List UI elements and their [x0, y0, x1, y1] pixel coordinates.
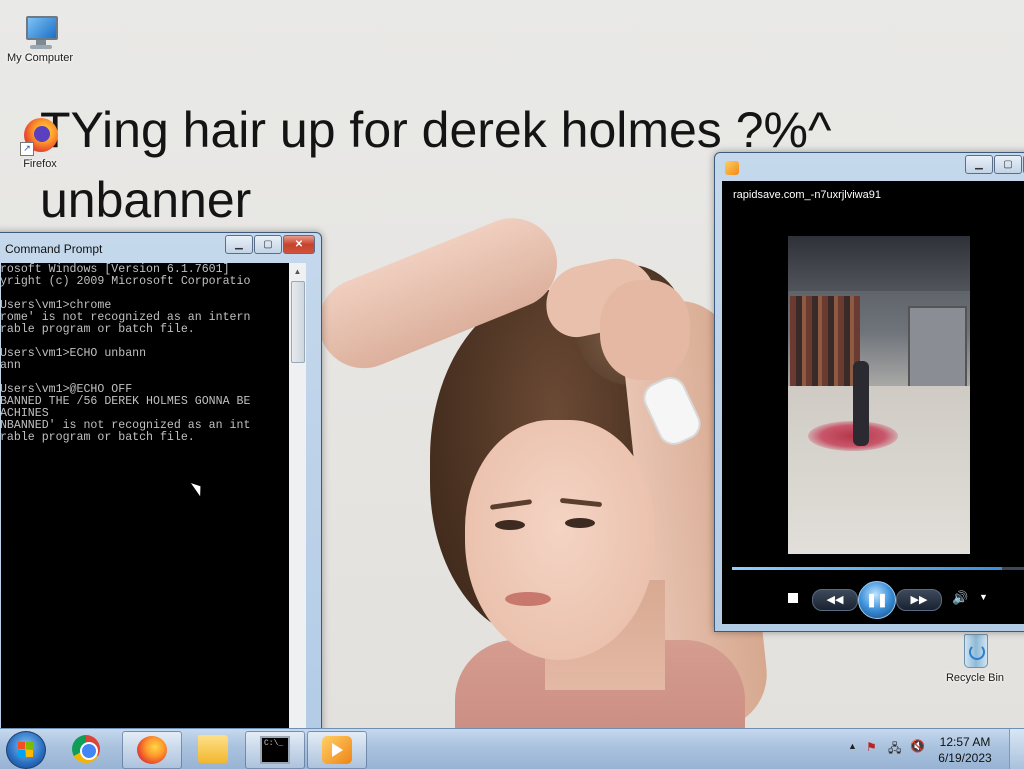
computer-icon	[20, 10, 60, 50]
taskbar-cmd[interactable]: C:\_	[245, 731, 305, 769]
media-player-icon	[322, 736, 352, 764]
media-title: rapidsave.com_-n7uxrjlviwa91	[733, 189, 881, 201]
start-button[interactable]	[6, 731, 46, 769]
firefox-icon	[137, 736, 167, 764]
video-frame[interactable]	[788, 236, 970, 554]
volume-muted-icon[interactable]: 🔇	[910, 739, 925, 753]
action-center-flag-icon[interactable]: ⚑	[866, 740, 877, 754]
media-player-window[interactable]: ▁ ▢ ✕ rapidsave.com_-n7uxrjlviwa91 ⊞ ◀◀ …	[714, 152, 1024, 632]
show-hidden-icons-icon[interactable]: ▲	[848, 741, 857, 751]
console-output: crosoft Windows [Version 6.1.7601] pyrig…	[1, 263, 251, 444]
wallpaper-caption: TYing hair up for derek holmes ?%^ unban…	[40, 102, 832, 228]
shortcut-arrow-icon: ↗	[20, 142, 34, 156]
media-player-icon	[725, 161, 739, 175]
close-button[interactable]: ✕	[283, 235, 315, 254]
volume-icon[interactable]: 🔊	[952, 590, 968, 606]
desktop-icon-recycle-bin[interactable]: Recycle Bin	[935, 630, 1015, 684]
scroll-thumb[interactable]	[291, 281, 305, 363]
scroll-up-icon[interactable]: ▲	[289, 263, 306, 280]
wallpaper-face	[465, 420, 655, 660]
clock-time: 12:57 AM	[939, 735, 991, 749]
minimize-button[interactable]: ▁	[225, 235, 253, 254]
recycle-bin-icon	[955, 630, 995, 670]
desktop-icon-my-computer[interactable]: My Computer	[0, 10, 80, 64]
show-desktop-button[interactable]	[1009, 729, 1024, 769]
windows-logo-icon	[18, 742, 34, 758]
network-icon[interactable]: 🖧	[888, 739, 901, 760]
fast-forward-button[interactable]: ▶▶	[896, 589, 942, 611]
taskbar: C:\_ ▲ ⚑ 🖧 🔇 12:57 AM 6/19/2023	[0, 728, 1024, 769]
system-tray: ▲ ⚑ 🖧 🔇 12:57 AM 6/19/2023	[844, 729, 1024, 769]
video-ceiling	[788, 236, 970, 291]
wallpaper-lips	[505, 592, 551, 606]
cmd-console[interactable]: crosoft Windows [Version 6.1.7601] pyrig…	[1, 263, 289, 731]
desktop-icon-label: Firefox	[23, 158, 57, 170]
rewind-button[interactable]: ◀◀	[812, 589, 858, 611]
wallpaper-eye-left	[495, 520, 525, 530]
video-storefront	[790, 296, 860, 386]
stop-button[interactable]	[788, 593, 798, 603]
desktop-icon-label: My Computer	[6, 52, 74, 64]
cmd-scrollbar[interactable]: ▲	[289, 263, 306, 731]
seek-bar-fill	[732, 567, 1003, 570]
maximize-button[interactable]: ▢	[254, 235, 282, 254]
video-floor	[788, 386, 970, 554]
cmd-title: Command Prompt	[5, 242, 103, 256]
taskbar-chrome[interactable]	[58, 731, 116, 767]
cmd-titlebar[interactable]: Command Prompt ▁ ▢ ✕	[0, 233, 321, 263]
folder-icon	[198, 735, 228, 763]
wallpaper-hand-right	[600, 280, 690, 380]
minimize-button[interactable]: ▁	[965, 155, 993, 174]
video-person	[853, 361, 869, 446]
taskbar-media-player[interactable]	[307, 731, 367, 769]
desktop-icon-label: Recycle Bin	[945, 672, 1005, 684]
wmp-titlebar[interactable]: ▁ ▢ ✕	[715, 153, 1024, 183]
clock[interactable]: 12:57 AM 6/19/2023	[930, 734, 1000, 766]
wallpaper-eye-right	[565, 518, 595, 528]
maximize-button[interactable]: ▢	[994, 155, 1022, 174]
taskbar-firefox[interactable]	[122, 731, 182, 769]
playback-controls: ◀◀ ❚❚ ▶▶ 🔊 ▼	[722, 581, 1024, 621]
cmd-icon: C:\_	[260, 736, 290, 764]
seek-bar[interactable]	[732, 567, 1024, 570]
command-prompt-window[interactable]: Command Prompt ▁ ▢ ✕ crosoft Windows [Ve…	[0, 232, 322, 734]
volume-dropdown-icon[interactable]: ▼	[979, 592, 988, 602]
chrome-icon	[72, 735, 100, 763]
desktop-icon-firefox[interactable]: ↗ Firefox	[0, 116, 80, 170]
pause-button[interactable]: ❚❚	[858, 581, 896, 619]
firefox-icon: ↗	[20, 116, 60, 156]
video-door	[908, 306, 967, 395]
wmp-body: rapidsave.com_-n7uxrjlviwa91 ⊞ ◀◀ ❚❚ ▶▶ …	[722, 181, 1024, 624]
clock-date: 6/19/2023	[938, 751, 992, 765]
taskbar-explorer[interactable]	[184, 731, 242, 767]
